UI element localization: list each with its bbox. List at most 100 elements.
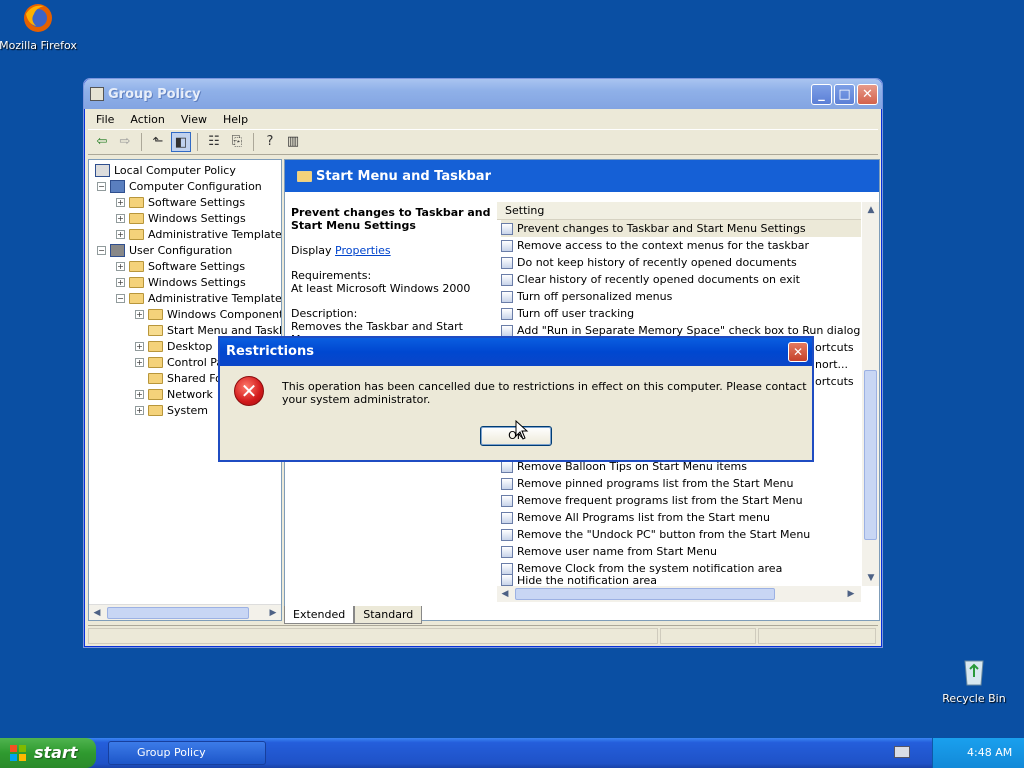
tree-node-user-windows-settings[interactable]: + Windows Settings (116, 274, 246, 290)
setting-title: Prevent changes to Taskbar and Start Men… (291, 206, 491, 232)
expand-icon[interactable]: + (116, 213, 125, 223)
tree-label: Administrative Templates (148, 227, 282, 241)
list-item[interactable]: Hide the notification area (501, 574, 657, 586)
list-horizontal-scrollbar[interactable]: ◀ ▶ (497, 586, 861, 602)
export-list-icon[interactable]: ⎘ (227, 132, 247, 152)
expand-icon[interactable]: + (116, 197, 125, 207)
tree-label: Windows Settings (148, 211, 246, 225)
error-icon: ✕ (234, 376, 264, 406)
list-item[interactable]: Clear history of recently opened documen… (501, 271, 800, 288)
tree-node-shared-folders[interactable]: Shared Fo (148, 370, 222, 386)
tab-standard[interactable]: Standard (354, 606, 423, 624)
tree-node-desktop[interactable]: + Desktop (135, 338, 212, 354)
expand-icon[interactable]: + (135, 341, 144, 351)
expand-icon[interactable]: + (116, 229, 125, 239)
list-item[interactable]: Turn off personalized menus (501, 288, 672, 305)
display-properties: Display Properties (291, 244, 491, 257)
help-icon[interactable]: ? (260, 132, 280, 152)
list-item[interactable]: Remove frequent programs list from the S… (501, 492, 803, 509)
list-item[interactable]: Remove All Programs list from the Start … (501, 509, 770, 526)
tree-horizontal-scrollbar[interactable]: ◀ ▶ (89, 604, 281, 620)
tab-extended[interactable]: Extended (284, 606, 355, 624)
computer-icon (110, 179, 125, 193)
back-icon[interactable]: ⇦ (92, 132, 112, 152)
tree-root[interactable]: Local Computer Policy (95, 162, 236, 178)
list-item-partial[interactable]: ortcuts (815, 373, 854, 390)
expand-icon[interactable]: + (135, 357, 144, 367)
dialog-titlebar[interactable]: Restrictions (220, 338, 812, 366)
collapse-icon[interactable]: − (97, 181, 106, 191)
scroll-down-icon[interactable]: ▼ (863, 570, 879, 586)
show-hide-tree-icon[interactable]: ◧ (171, 132, 191, 152)
list-item[interactable]: Remove the "Undock PC" button from the S… (501, 526, 810, 543)
taskbar-item-group-policy[interactable]: Group Policy (108, 741, 266, 765)
list-vertical-scrollbar[interactable]: ▲ ▼ (862, 202, 879, 586)
firefox-desktop-icon[interactable]: Mozilla Firefox (0, 2, 78, 52)
up-one-level-icon[interactable]: ⬑ (148, 132, 168, 152)
menu-file[interactable]: File (88, 113, 122, 126)
scrollbar-thumb[interactable] (515, 588, 775, 600)
collapse-icon[interactable]: − (97, 245, 106, 255)
collapse-icon[interactable]: − (116, 293, 125, 303)
menu-action[interactable]: Action (122, 113, 172, 126)
tree-node-system[interactable]: + System (135, 402, 208, 418)
setting-icon (501, 574, 513, 586)
list-item[interactable]: Remove pinned programs list from the Sta… (501, 475, 793, 492)
scroll-left-icon[interactable]: ◀ (89, 605, 105, 620)
list-item[interactable]: Remove access to the context menus for t… (501, 237, 809, 254)
folder-icon (129, 292, 144, 304)
scroll-right-icon[interactable]: ▶ (843, 586, 859, 602)
tree-node-windows-settings[interactable]: + Windows Settings (116, 210, 246, 226)
tree-node-user-configuration[interactable]: − User Configuration (97, 242, 232, 258)
scroll-right-icon[interactable]: ▶ (265, 605, 281, 620)
menu-help[interactable]: Help (215, 113, 256, 126)
menu-view[interactable]: View (173, 113, 215, 126)
expand-icon[interactable]: + (135, 405, 144, 415)
list-item[interactable]: Turn off user tracking (501, 305, 634, 322)
toolbar-separator (253, 133, 254, 151)
list-item[interactable]: Prevent changes to Taskbar and Start Men… (501, 220, 861, 237)
clock[interactable]: 4:48 AM (967, 746, 1012, 759)
list-item-label: Remove user name from Start Menu (517, 545, 717, 558)
properties-icon[interactable]: ☷ (204, 132, 224, 152)
list-item[interactable]: Remove user name from Start Menu (501, 543, 717, 560)
recycle-bin-desktop-icon[interactable]: Recycle Bin (934, 655, 1014, 705)
scrollbar-thumb[interactable] (107, 607, 249, 619)
expand-icon[interactable]: + (135, 309, 144, 319)
list-item-partial[interactable]: ortcuts (815, 339, 854, 356)
tree-node-control-panel[interactable]: + Control Pa (135, 354, 223, 370)
tree-node-user-software-settings[interactable]: + Software Settings (116, 258, 245, 274)
forward-icon[interactable]: ⇨ (115, 132, 135, 152)
tree-node-computer-configuration[interactable]: − Computer Configuration (97, 178, 262, 194)
keyboard-icon[interactable] (894, 746, 910, 758)
setting-icon (501, 239, 513, 252)
close-button[interactable]: ✕ (857, 84, 878, 105)
list-item-partial[interactable]: nort... (815, 356, 848, 373)
column-header-setting[interactable]: Setting (497, 202, 861, 220)
scrollbar-thumb[interactable] (864, 370, 877, 540)
show-extended-view-icon[interactable]: ▥ (283, 132, 303, 152)
tree-node-windows-components[interactable]: + Windows Components (135, 306, 281, 322)
window-titlebar[interactable]: Group Policy _ □ ✕ (84, 79, 882, 109)
recycle-bin-icon (964, 660, 984, 686)
dialog-close-button[interactable]: ✕ (788, 342, 808, 362)
maximize-button[interactable]: □ (834, 84, 855, 105)
list-item-label: Turn off personalized menus (517, 290, 673, 303)
list-item[interactable]: Do not keep history of recently opened d… (501, 254, 797, 271)
minimize-button[interactable]: _ (811, 84, 832, 105)
expand-icon[interactable]: + (135, 389, 144, 399)
expand-icon[interactable]: + (116, 277, 125, 287)
tree-node-network[interactable]: + Network (135, 386, 213, 402)
scroll-left-icon[interactable]: ◀ (497, 586, 513, 602)
expand-icon[interactable]: + (116, 261, 125, 271)
tree-node-software-settings[interactable]: + Software Settings (116, 194, 245, 210)
tree-node-administrative-templates[interactable]: + Administrative Templates (116, 226, 282, 242)
toolbar: ⇦ ⇨ ⬑ ◧ ☷ ⎘ ? ▥ (88, 129, 878, 155)
tree-node-user-administrative-templates[interactable]: − Administrative Templates (116, 290, 281, 306)
status-segment (88, 628, 658, 644)
start-button[interactable]: start (0, 738, 96, 768)
properties-link[interactable]: Properties (335, 244, 391, 257)
setting-icon (501, 307, 513, 320)
folder-icon (148, 372, 163, 384)
scroll-up-icon[interactable]: ▲ (863, 202, 879, 218)
